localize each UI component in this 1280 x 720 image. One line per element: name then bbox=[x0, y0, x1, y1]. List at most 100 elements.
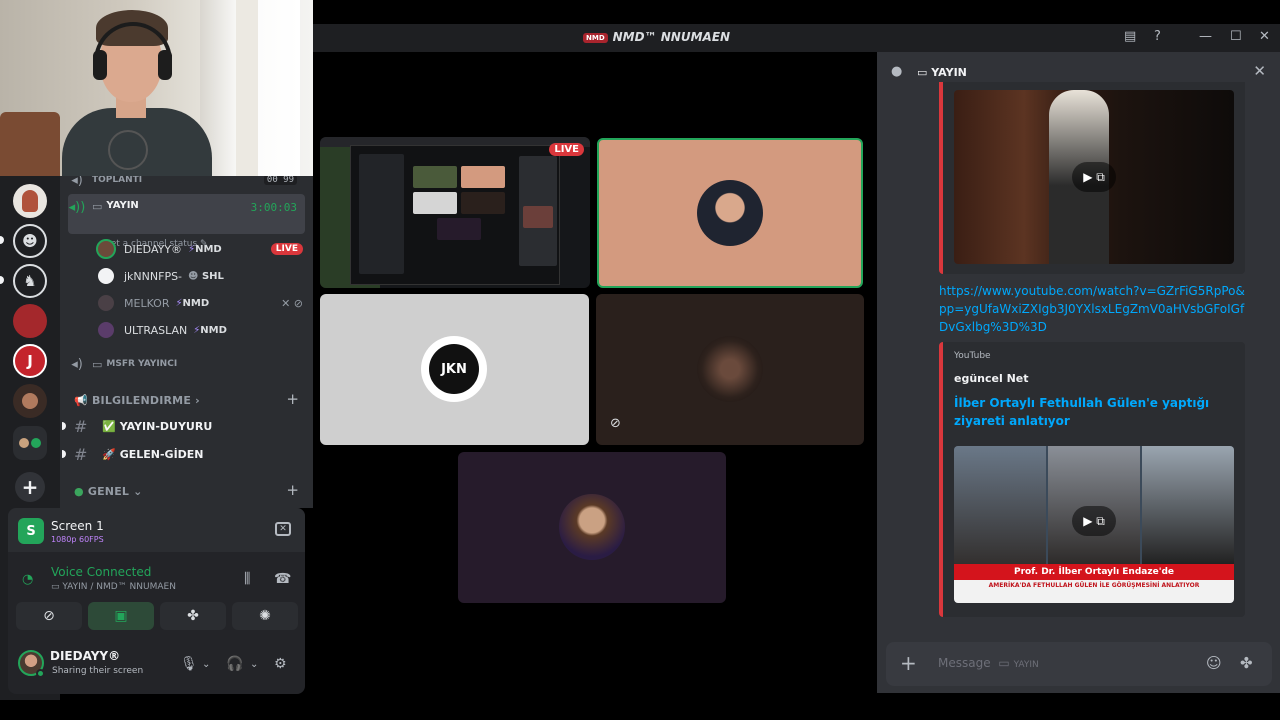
create-channel-plus-icon[interactable]: + bbox=[286, 390, 299, 408]
server-avatar-4[interactable] bbox=[13, 304, 47, 338]
play-icon[interactable]: ▶ ⧉ bbox=[1072, 506, 1116, 537]
maximize-icon[interactable]: ☐ bbox=[1230, 29, 1242, 44]
screen-title: Screen 1 bbox=[51, 519, 104, 533]
member-row[interactable]: MELKOR ⚡NMD ✕ ⊘ bbox=[96, 291, 303, 315]
stream-tile[interactable]: LIVE bbox=[320, 137, 590, 288]
participant-avatar: JKN bbox=[421, 336, 487, 402]
channel-label: GELEN-GİDEN bbox=[119, 447, 204, 461]
participant-avatar bbox=[697, 180, 763, 246]
server-avatar-figure bbox=[22, 393, 38, 409]
create-channel-plus-icon[interactable]: + bbox=[286, 481, 299, 499]
server-avatar-1[interactable] bbox=[13, 184, 47, 218]
apps-icon[interactable]: ✤ bbox=[1240, 654, 1253, 672]
channel-gelen-giden[interactable]: # 🚀 GELEN-GİDEN bbox=[62, 442, 305, 466]
member-avatar bbox=[96, 266, 116, 286]
soundboard-icon: ✺ bbox=[259, 608, 271, 624]
member-row[interactable]: DIEDAYY® ⚡NMD LIVE bbox=[96, 237, 303, 261]
member-tag-text: SHL bbox=[201, 270, 224, 282]
voice-connected-label[interactable]: Voice Connected bbox=[51, 565, 151, 579]
message-placeholder: Message ▭ YAYIN bbox=[938, 656, 1039, 670]
checkmark-emoji: ✅ bbox=[102, 419, 116, 433]
screen-share-button[interactable]: ▣ bbox=[88, 602, 154, 630]
channel-toplanti[interactable]: ◂) TOPLANTI 00 99 bbox=[68, 176, 305, 188]
megaphone-icon: 📢 bbox=[74, 394, 88, 407]
participant-tile[interactable]: ⊘ bbox=[596, 294, 864, 445]
hash-icon: # bbox=[74, 444, 88, 464]
add-server-button[interactable]: + bbox=[15, 472, 45, 502]
headphones-icon[interactable]: 🎧 bbox=[226, 656, 243, 672]
embed-title[interactable]: İlber Ortaylı Fethullah Gülen'e yaptığı … bbox=[954, 394, 1239, 430]
stop-stream-icon[interactable]: ✕ bbox=[275, 522, 291, 536]
youtube-embed: YouTube egüncel Net İlber Ortaylı Fethul… bbox=[939, 342, 1245, 617]
upload-plus-icon[interactable]: + bbox=[900, 651, 917, 675]
participant-tile[interactable]: JKN bbox=[320, 294, 589, 445]
jkn-logo: JKN bbox=[429, 344, 479, 394]
help-icon[interactable]: ? bbox=[1154, 29, 1161, 44]
embed-author[interactable]: egüncel Net bbox=[954, 372, 1029, 385]
live-badge: LIVE bbox=[549, 143, 584, 156]
preview-tile bbox=[461, 192, 505, 214]
activities-icon: ✤ bbox=[187, 608, 199, 624]
server-avatar-glyph: ☻ bbox=[22, 232, 38, 250]
category-label: BILGILENDIRME bbox=[91, 394, 192, 407]
close-icon[interactable]: ✕ bbox=[1259, 29, 1270, 44]
server-avatar-5[interactable]: J bbox=[13, 344, 47, 378]
stream-card[interactable]: S Screen 1 1080p 60FPS ✕ bbox=[8, 508, 305, 552]
category-genel[interactable]: ● GENEL ⌄ bbox=[74, 485, 143, 498]
soundboard-button[interactable]: ✺ bbox=[232, 602, 298, 630]
server-avatar-3[interactable]: ♞ bbox=[13, 264, 47, 298]
channel-yayin-duyuru[interactable]: # ✅ YAYIN-DUYURU bbox=[62, 414, 305, 438]
mute-deafen-icons: ✕ ⊘ bbox=[281, 296, 303, 310]
plus-icon: + bbox=[21, 475, 39, 499]
emoji-icon[interactable]: ☺ bbox=[1206, 654, 1222, 672]
preview-thumbnail bbox=[523, 206, 553, 228]
participant-tile[interactable] bbox=[458, 452, 726, 603]
channel-sidebar: ◂) TOPLANTI 00 99 ◂)) ▭ YAYIN 3:00:03 Se… bbox=[60, 176, 313, 508]
disconnect-icon[interactable]: ☎ bbox=[274, 571, 291, 587]
channel-label: MSFR YAYINCI bbox=[106, 359, 178, 369]
stream-quality: 1080p 60FPS bbox=[51, 535, 104, 544]
microphone-icon[interactable]: 🎙 bbox=[180, 656, 198, 672]
video-link[interactable]: https://www.youtube.com/watch?v=GZrFiG5R… bbox=[939, 282, 1245, 336]
screen-share-icon: S bbox=[18, 518, 44, 544]
folder-avatar-b bbox=[31, 438, 41, 448]
headphone-cup-left bbox=[93, 50, 107, 80]
folder-avatar-a bbox=[19, 438, 29, 448]
chat-channel-name: ▭ YAYIN bbox=[917, 66, 967, 79]
activities-button[interactable]: ✤ bbox=[160, 602, 226, 630]
inbox-icon[interactable]: ▤ bbox=[1124, 29, 1136, 44]
camera-toggle-button[interactable]: ⊘ bbox=[16, 602, 82, 630]
member-row[interactable]: jkNNNFPS- ☻ SHL bbox=[96, 264, 303, 288]
channel-yayin-active[interactable]: ◂)) ▭ YAYIN 3:00:03 Set a channel status… bbox=[68, 194, 305, 249]
video-thumbnail[interactable]: ▶ ⧉ bbox=[954, 90, 1234, 264]
chevron-down-icon[interactable]: ⌄ bbox=[250, 659, 258, 670]
play-icon[interactable]: ▶ ⧉ bbox=[1072, 162, 1116, 192]
channel-chat-panel: ● ▭ YAYIN ✕ ▶ ⧉ https://www.youtube.com/… bbox=[877, 52, 1280, 693]
member-tag-text: NMD bbox=[200, 324, 227, 336]
noise-suppression-icon[interactable]: ⫼ bbox=[244, 571, 250, 587]
unread-dot bbox=[62, 422, 66, 430]
category-bilgilendirme[interactable]: 📢 BILGILENDIRME › bbox=[74, 394, 200, 407]
channel-msfr-yayinci[interactable]: ◂) ▭ MSFR YAYINCI bbox=[68, 354, 305, 374]
minimize-icon[interactable]: — bbox=[1199, 29, 1212, 44]
monitor-icon: ▭ bbox=[917, 66, 932, 79]
server-folder[interactable] bbox=[13, 426, 47, 460]
chevron-down-icon[interactable]: ⌄ bbox=[202, 659, 210, 670]
voice-timer: 3:00:03 bbox=[250, 201, 297, 214]
window-title: NMD NMD™ NNUMAEN bbox=[583, 30, 730, 44]
server-avatar-6[interactable] bbox=[13, 384, 47, 418]
close-icon[interactable]: ✕ bbox=[1253, 62, 1266, 80]
chevron-right-icon: › bbox=[195, 394, 200, 407]
user-name[interactable]: DIEDAYY® bbox=[50, 649, 120, 663]
member-name: MELKOR bbox=[124, 296, 170, 310]
participant-tile-speaking[interactable] bbox=[597, 138, 863, 288]
member-avatar bbox=[96, 320, 116, 340]
signal-icon[interactable]: ◔ bbox=[22, 572, 33, 587]
embed-thumbnail[interactable]: Prof. Dr. İlber Ortaylı Endaze'de AMERİK… bbox=[954, 446, 1234, 603]
server-avatar-2[interactable]: ☻ bbox=[13, 224, 47, 258]
gear-icon[interactable]: ⚙ bbox=[274, 656, 287, 672]
message-input[interactable]: + Message ▭ YAYIN ☺ ✤ bbox=[886, 642, 1272, 686]
channel-label: YAYIN bbox=[106, 200, 139, 211]
member-row[interactable]: ULTRASLAN ⚡NMD bbox=[96, 318, 303, 342]
voice-icon: ◂) bbox=[71, 176, 83, 188]
